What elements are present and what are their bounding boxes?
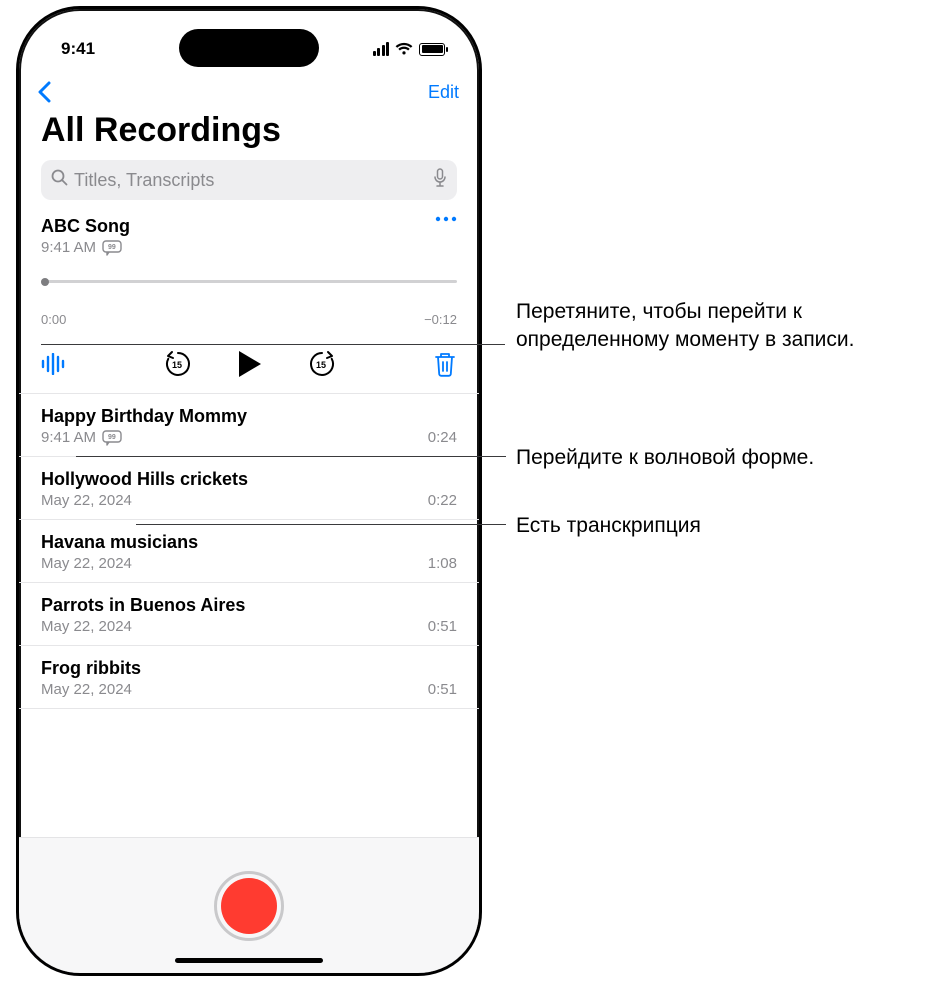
recording-subtitle: May 22, 2024 <box>41 681 132 698</box>
delete-button[interactable] <box>433 351 457 377</box>
forward-15-button[interactable]: 15 <box>307 349 337 379</box>
waveform-button[interactable] <box>41 353 67 375</box>
recording-subtitle: 9:41 AM <box>41 239 96 256</box>
mic-icon[interactable] <box>433 168 447 193</box>
edit-button[interactable]: Edit <box>428 82 459 103</box>
callout-text: Есть транскрипция <box>516 514 701 537</box>
recording-title: ABC Song <box>41 216 130 237</box>
recording-duration: 0:51 <box>428 681 457 698</box>
home-indicator[interactable] <box>175 958 323 963</box>
phone-frame: 9:41 Edit All Recordings Titles, Transcr… <box>16 6 482 976</box>
wifi-icon <box>395 42 413 56</box>
transcript-icon[interactable]: 99 <box>102 430 122 446</box>
scrubber-thumb[interactable] <box>41 278 49 286</box>
recording-title: Happy Birthday Mommy <box>41 406 457 427</box>
nav-bar: Edit <box>19 71 479 109</box>
back-button[interactable] <box>37 81 51 103</box>
recording-subtitle: 9:41 AM <box>41 429 96 446</box>
recording-duration: 1:08 <box>428 555 457 572</box>
recording-title: Parrots in Buenos Aires <box>41 595 457 616</box>
recording-expanded: ABC Song 9:41 AM 99 <box>19 204 479 256</box>
recording-duration: 0:24 <box>428 429 457 446</box>
recording-row[interactable]: Frog ribbits May 22, 2024 0:51 <box>19 646 479 709</box>
svg-text:15: 15 <box>316 360 326 370</box>
svg-text:99: 99 <box>108 434 116 441</box>
recording-row[interactable]: Parrots in Buenos Aires May 22, 2024 0:5… <box>19 583 479 646</box>
bottom-toolbar <box>19 837 479 973</box>
callout-text: Перейдите к волновой форме. <box>516 446 814 469</box>
recording-duration: 0:51 <box>428 618 457 635</box>
recording-title: Hollywood Hills crickets <box>41 469 457 490</box>
cellular-icon <box>373 42 390 56</box>
callout-waveform: Перейдите к волновой форме. <box>516 444 946 472</box>
status-icons <box>373 42 446 56</box>
dynamic-island <box>179 29 319 67</box>
callout-text: Перетяните, чтобы перейти к определенном… <box>516 300 854 351</box>
svg-text:99: 99 <box>108 244 116 251</box>
scrubber[interactable] <box>41 274 457 300</box>
svg-text:15: 15 <box>172 360 182 370</box>
recording-subtitle: May 22, 2024 <box>41 555 132 572</box>
rewind-15-button[interactable]: 15 <box>163 349 193 379</box>
recording-subtitle: May 22, 2024 <box>41 492 132 509</box>
callout-transcript: Есть транскрипция <box>516 512 866 540</box>
play-button[interactable] <box>237 349 263 379</box>
record-button[interactable] <box>214 871 284 941</box>
elapsed-time: 0:00 <box>41 312 66 327</box>
status-time: 9:41 <box>61 39 95 59</box>
recording-row[interactable]: Havana musicians May 22, 2024 1:08 <box>19 520 479 583</box>
callout-leader-line <box>136 524 506 525</box>
recording-duration: 0:22 <box>428 492 457 509</box>
search-icon <box>51 169 68 191</box>
recording-row[interactable]: Hollywood Hills crickets May 22, 2024 0:… <box>19 457 479 520</box>
recording-title: Havana musicians <box>41 532 457 553</box>
playback-controls: 0:00 −0:12 15 15 <box>19 274 479 394</box>
callout-scrub: Перетяните, чтобы перейти к определенном… <box>516 298 936 355</box>
search-input[interactable]: Titles, Transcripts <box>41 160 457 200</box>
recording-title: Frog ribbits <box>41 658 457 679</box>
battery-icon <box>419 43 445 56</box>
more-options-button[interactable] <box>435 216 457 222</box>
callout-leader-line <box>76 456 506 457</box>
record-button-inner <box>221 878 277 934</box>
page-title: All Recordings <box>19 109 479 160</box>
transcript-icon[interactable]: 99 <box>102 240 122 256</box>
remaining-time: −0:12 <box>424 312 457 327</box>
search-placeholder: Titles, Transcripts <box>74 170 214 191</box>
callout-leader-line <box>41 344 505 345</box>
recording-row[interactable]: Happy Birthday Mommy 9:41 AM 99 0:24 <box>19 394 479 457</box>
recording-subtitle: May 22, 2024 <box>41 618 132 635</box>
